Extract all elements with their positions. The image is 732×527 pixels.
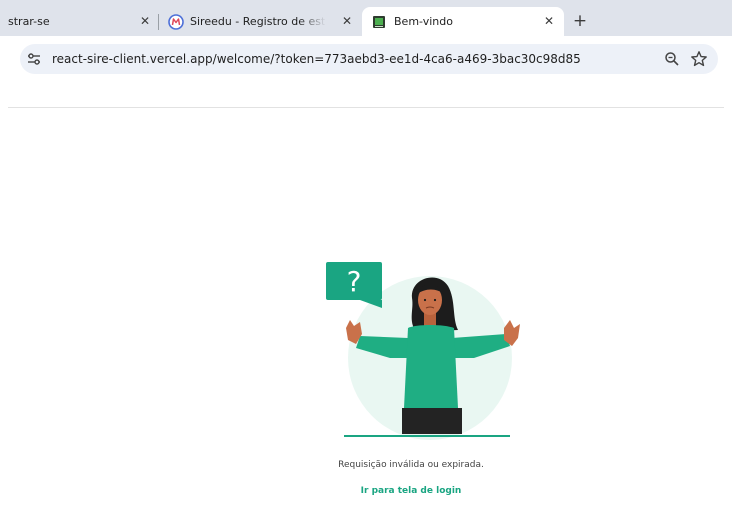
book-favicon-icon bbox=[373, 15, 385, 28]
tab-register[interactable]: strar-se ✕ bbox=[0, 7, 160, 36]
tab-sireedu[interactable]: Sireedu - Registro de estudantes ✕ bbox=[162, 7, 362, 36]
close-icon[interactable]: ✕ bbox=[542, 14, 556, 28]
tab-strip: strar-se ✕ Sireedu - Registro de estudan… bbox=[0, 0, 732, 36]
error-message: Requisição inválida ou expirada. bbox=[338, 460, 484, 470]
tab-separator bbox=[158, 14, 159, 30]
tab-label: Sireedu - Registro de estudantes bbox=[190, 15, 326, 28]
site-settings-icon[interactable] bbox=[26, 51, 42, 67]
bookmark-star-icon[interactable] bbox=[690, 50, 708, 68]
go-to-login-link[interactable]: Ir para tela de login bbox=[0, 486, 732, 496]
close-icon[interactable]: ✕ bbox=[340, 14, 354, 28]
confused-person-question-icon: ? bbox=[326, 262, 520, 440]
tab-label: Bem-vindo bbox=[394, 15, 453, 28]
new-tab-button[interactable]: + bbox=[570, 11, 590, 31]
question-mark: ? bbox=[347, 265, 362, 298]
tab-bem-vindo[interactable]: Bem-vindo ✕ bbox=[362, 7, 564, 36]
sireedu-favicon-icon bbox=[168, 13, 184, 30]
url-text[interactable]: react-sire-client.vercel.app/welcome/?to… bbox=[52, 44, 581, 74]
tab-label: strar-se bbox=[8, 15, 50, 28]
address-bar[interactable]: react-sire-client.vercel.app/welcome/?to… bbox=[20, 44, 718, 74]
zoom-icon[interactable] bbox=[664, 51, 680, 67]
header-divider bbox=[8, 107, 724, 108]
browser-toolbar: react-sire-client.vercel.app/welcome/?to… bbox=[0, 36, 732, 82]
close-icon[interactable]: ✕ bbox=[138, 14, 152, 28]
